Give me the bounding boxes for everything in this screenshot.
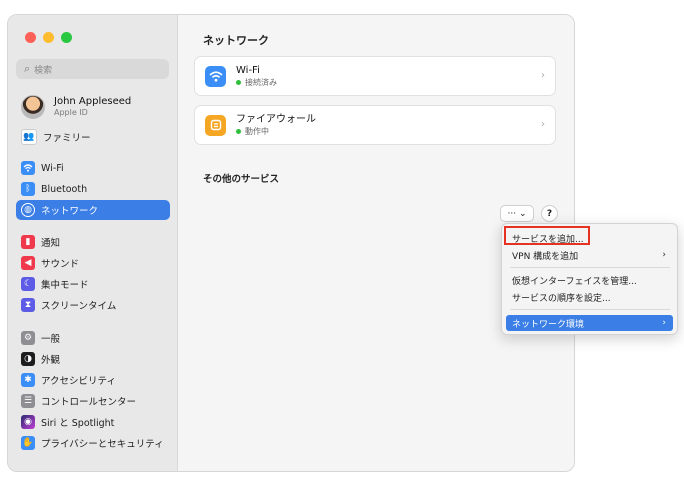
speaker-icon: ◀ [21,256,35,270]
menu-item-manage-virtual-interfaces[interactable]: 仮想インターフェイスを管理... [506,272,673,288]
sidebar-item-wifi[interactable]: Wi-Fi [16,158,170,178]
sidebar-item-control-center[interactable]: ☰ コントロールセンター [16,391,170,411]
menu-divider [510,309,670,310]
sidebar-item-sound[interactable]: ◀ サウンド [16,253,170,273]
sidebar-item-label: 集中モード [41,280,89,291]
sidebar-item-label: ネットワーク [41,206,99,217]
menu-item-network-location[interactable]: ネットワーク環境 › [506,315,673,331]
accessibility-icon: ✱ [21,373,35,387]
sidebar-item-label: Wi-Fi [41,162,64,174]
sidebar-item-appearance[interactable]: ◑ 外観 [16,349,170,369]
status-dot [236,128,241,134]
service-status: 接続済み [245,77,277,87]
gear-icon: ⚙ [21,331,35,345]
sidebar-item-label: 一般 [41,334,61,345]
control-center-icon: ☰ [21,394,35,408]
chevron-right-icon: › [662,250,666,260]
avatar [21,95,45,119]
sidebar-item-bluetooth[interactable]: ᛒ Bluetooth [16,179,170,199]
menu-item-label: サービスを追加... [512,234,584,245]
menu-item-label: 仮想インターフェイスを管理... [512,276,637,287]
service-firewall[interactable]: ファイアウォール 動作中 › [194,105,556,145]
globe-icon: ◍ [21,203,35,217]
chevron-right-icon: › [541,119,545,130]
page-title: ネットワーク [203,34,269,47]
search-icon: ⌕ [24,62,31,75]
profile-subtitle: Apple ID [54,108,88,117]
sidebar-item-network[interactable]: ◍ ネットワーク [16,200,170,220]
system-settings-window: ⌕ 検索 John Appleseed Apple ID 👥 ファミリー Wi-… [7,14,575,472]
sidebar-item-label: ファミリー [43,133,91,144]
more-actions-button[interactable]: ··· ⌄ [500,205,534,222]
actions-menu: サービスを追加... VPN 構成を追加 › 仮想インターフェイスを管理... … [501,223,678,335]
sidebar-item-label: スクリーンタイム [41,301,117,312]
chevron-right-icon: › [541,70,545,81]
sidebar-item-label: 外観 [41,355,61,366]
menu-item-set-service-order[interactable]: サービスの順序を設定... [506,289,673,305]
moon-icon: ☾ [21,277,35,291]
search-placeholder: 検索 [34,65,53,76]
wifi-icon [205,65,226,87]
wifi-icon [21,161,35,175]
service-status: 動作中 [245,126,269,136]
close-window-button[interactable] [25,32,36,43]
profile-name: John Appleseed [54,96,132,107]
service-name: ファイアウォール [236,113,316,125]
sidebar-item-screen-time[interactable]: ⧗ スクリーンタイム [16,295,170,315]
service-name: Wi-Fi [236,64,260,76]
sidebar-item-siri-spotlight[interactable]: ◉ Siri と Spotlight [16,412,170,432]
sidebar-item-label: 通知 [41,238,61,249]
sidebar-item-label: コントロールセンター [41,397,137,408]
sidebar-item-label: アクセシビリティ [41,376,116,387]
menu-divider [510,267,670,268]
chevron-right-icon: › [662,318,666,328]
service-wifi[interactable]: Wi-Fi 接続済み › [194,56,556,96]
bluetooth-icon: ᛒ [21,182,35,196]
family-icon: 👥 [21,129,37,145]
sidebar-item-notifications[interactable]: ▮ 通知 [16,232,170,252]
sidebar-item-family[interactable]: 👥 ファミリー [16,127,170,147]
bell-icon: ▮ [21,235,35,249]
apple-id-profile[interactable]: John Appleseed Apple ID [21,90,171,124]
sidebar-item-label: Siri と Spotlight [41,418,115,429]
sidebar-item-label: プライバシーとセキュリティ [41,439,164,450]
sidebar: ⌕ 検索 John Appleseed Apple ID 👥 ファミリー Wi-… [8,15,178,471]
window-controls [25,32,72,43]
menu-item-add-service[interactable]: サービスを追加... [506,230,673,246]
appearance-icon: ◑ [21,352,35,366]
sidebar-item-label: サウンド [41,259,80,270]
sidebar-item-general[interactable]: ⚙ 一般 [16,328,170,348]
firewall-icon [205,114,226,136]
hourglass-icon: ⧗ [21,298,35,312]
siri-icon: ◉ [21,415,35,429]
sidebar-item-label: Bluetooth [41,183,88,195]
sidebar-item-privacy-security[interactable]: ✋ プライバシーとセキュリティ [16,433,170,453]
minimize-window-button[interactable] [43,32,54,43]
menu-item-label: サービスの順序を設定... [512,293,611,304]
other-services-heading: その他のサービス [203,174,280,185]
sidebar-item-accessibility[interactable]: ✱ アクセシビリティ [16,370,170,390]
menu-item-label: VPN 構成を追加 [512,251,579,262]
hand-icon: ✋ [21,436,35,450]
zoom-window-button[interactable] [61,32,72,43]
menu-item-label: ネットワーク環境 [512,319,585,330]
sidebar-item-focus[interactable]: ☾ 集中モード [16,274,170,294]
status-dot [236,79,241,85]
search-input[interactable]: ⌕ 検索 [16,59,169,79]
help-button[interactable]: ? [541,205,558,222]
menu-item-add-vpn[interactable]: VPN 構成を追加 › [506,247,673,263]
